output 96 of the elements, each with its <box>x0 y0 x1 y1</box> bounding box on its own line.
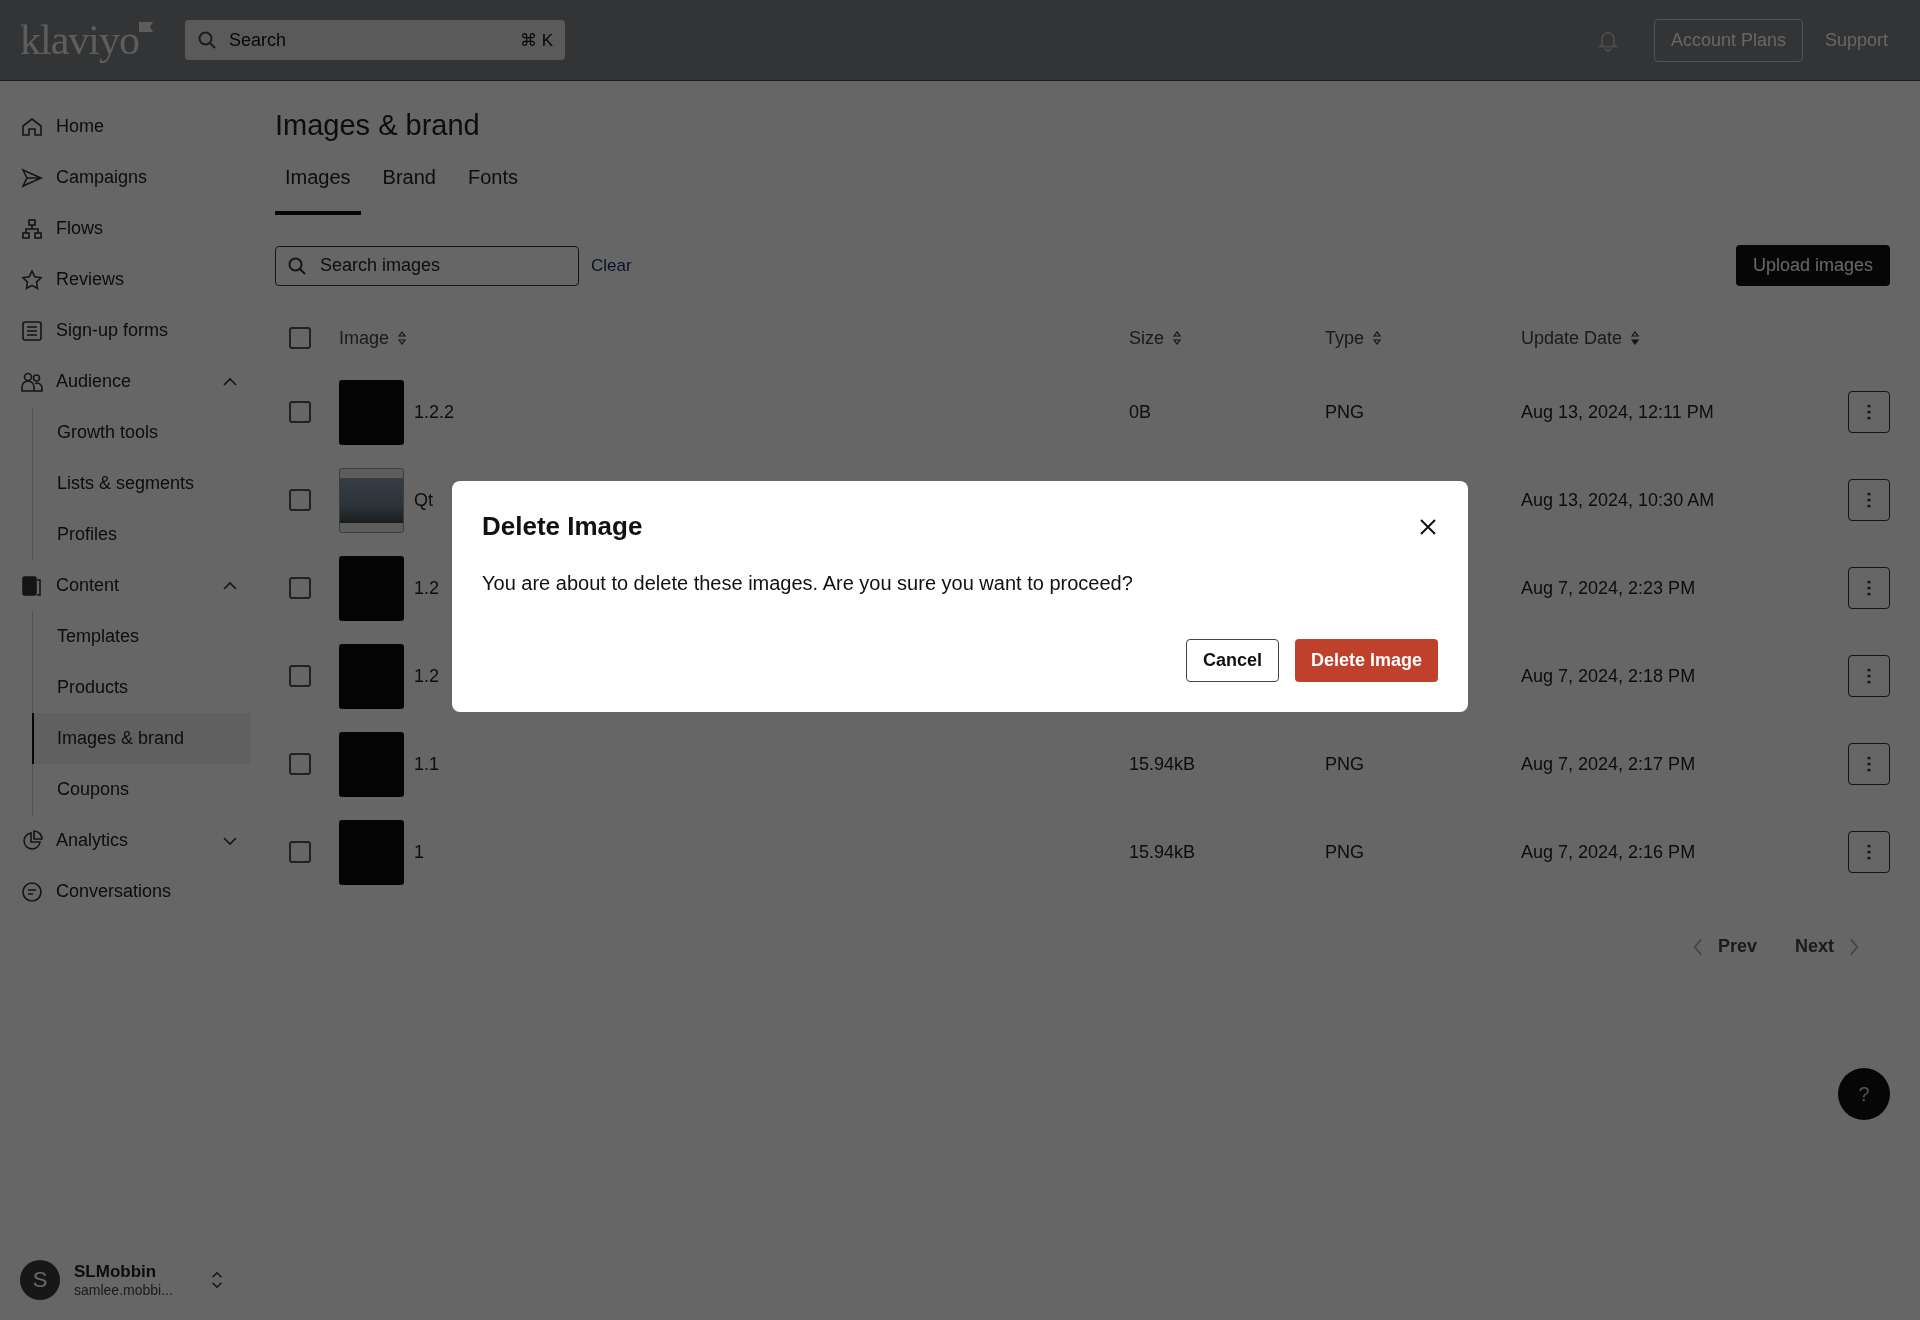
type-cell: PNG <box>1325 841 1364 862</box>
nav-subitem[interactable]: Profiles <box>32 509 250 560</box>
more-icon <box>1867 404 1871 420</box>
help-button[interactable]: ? <box>1838 1068 1890 1120</box>
tab[interactable]: Fonts <box>457 166 528 215</box>
image-name: Qt <box>414 489 433 511</box>
tab[interactable]: Images <box>275 166 361 215</box>
nav-subitem[interactable]: Templates <box>32 611 250 662</box>
account-email: samlee.mobbi... <box>74 1282 174 1298</box>
nav-item[interactable]: Reviews <box>20 254 250 305</box>
column-header[interactable]: Update Date <box>1521 327 1623 349</box>
cancel-button[interactable]: Cancel <box>1185 639 1279 682</box>
send-icon <box>20 165 44 190</box>
nav-subitem[interactable]: Products <box>32 662 250 713</box>
date-cell: Aug 7, 2024, 2:16 PM <box>1521 841 1696 862</box>
select-all-checkbox[interactable] <box>289 327 311 349</box>
date-cell: Aug 13, 2024, 10:30 AM <box>1521 489 1715 510</box>
row-checkbox[interactable] <box>289 665 311 687</box>
row-checkbox[interactable] <box>289 401 311 423</box>
nav-item[interactable]: Home <box>20 101 250 152</box>
row-checkbox[interactable] <box>289 489 311 511</box>
image-thumbnail <box>339 555 404 621</box>
size-cell: 15.94kB <box>1129 841 1196 862</box>
close-icon[interactable] <box>1418 516 1438 537</box>
date-cell: Aug 13, 2024, 12:11 PM <box>1521 401 1714 422</box>
sort-icon[interactable] <box>1172 330 1182 346</box>
size-cell: 0B <box>1129 401 1152 422</box>
image-thumbnail <box>339 379 404 445</box>
column-header[interactable]: Image <box>339 327 390 349</box>
nav-item[interactable]: Flows <box>20 203 250 254</box>
sort-descending-icon[interactable] <box>1630 330 1641 346</box>
image-name: 1.2 <box>414 665 440 687</box>
avatar[interactable]: S <box>20 1260 60 1300</box>
tab[interactable]: Brand <box>372 166 446 215</box>
upload-images-button[interactable]: Upload images <box>1735 245 1890 286</box>
image-name: 1 <box>414 841 424 863</box>
more-icon <box>1867 492 1871 508</box>
nav-item[interactable]: Campaigns <box>20 152 250 203</box>
image-name: 1.2.2 <box>414 401 455 423</box>
chevron-right-icon <box>1848 936 1860 957</box>
dialog-message: You are about to delete these images. Are you sure you want to proceed? <box>482 572 1134 595</box>
more-button[interactable] <box>1848 479 1890 521</box>
nav-subitem[interactable]: Coupons <box>32 764 250 815</box>
column-header[interactable]: Size <box>1129 327 1164 349</box>
sort-icon[interactable] <box>397 330 408 346</box>
more-button[interactable] <box>1848 655 1890 697</box>
more-button[interactable] <box>1848 567 1890 609</box>
shortcut-hint: ⌘ K <box>519 30 553 51</box>
image-name: 1.2 <box>414 577 440 599</box>
nav-item[interactable]: Audience <box>20 356 250 407</box>
search-icon <box>287 255 307 276</box>
row-checkbox[interactable] <box>289 753 311 775</box>
clear-link[interactable]: Clear <box>591 255 632 276</box>
size-cell: 15.94kB <box>1129 753 1196 774</box>
flag-icon <box>139 22 153 32</box>
account-name: SLMobbin <box>74 1262 158 1282</box>
more-icon <box>1867 580 1871 596</box>
date-cell: Aug 7, 2024, 2:18 PM <box>1521 665 1696 686</box>
sort-icon[interactable] <box>1372 330 1383 346</box>
more-button[interactable] <box>1848 391 1890 433</box>
nav-item[interactable]: Conversations <box>20 866 250 917</box>
page-title: Images & brand <box>275 109 481 142</box>
nav-subitem[interactable]: Lists & segments <box>32 458 250 509</box>
nav-item[interactable]: Analytics <box>20 815 250 866</box>
photo-placeholder <box>339 467 404 533</box>
delete-button[interactable]: Delete Image <box>1294 639 1438 682</box>
nav-item[interactable]: Content <box>20 560 250 611</box>
row-checkbox[interactable] <box>289 577 311 599</box>
form-icon <box>20 318 44 343</box>
more-icon <box>1867 756 1871 772</box>
image-thumbnail <box>339 643 404 709</box>
more-icon <box>1867 844 1871 860</box>
star-icon <box>20 267 44 292</box>
more-button[interactable] <box>1848 743 1890 785</box>
nav-subitem[interactable]: Growth tools <box>32 407 250 458</box>
more-button[interactable] <box>1848 831 1890 873</box>
chat-icon <box>20 879 44 904</box>
date-cell: Aug 7, 2024, 2:17 PM <box>1521 753 1696 774</box>
column-header[interactable]: Type <box>1325 327 1365 349</box>
search-icon <box>197 30 217 50</box>
pie-chart-icon <box>20 828 44 853</box>
image-thumbnail <box>339 819 404 885</box>
image-thumbnail <box>339 731 404 797</box>
type-cell: PNG <box>1325 753 1364 774</box>
type-cell: PNG <box>1325 401 1364 422</box>
more-icon <box>1867 668 1871 684</box>
flow-icon <box>20 216 44 241</box>
chevron-left-icon <box>1691 936 1704 957</box>
nav-item[interactable]: Sign-up forms <box>20 305 250 356</box>
image-name: 1.1 <box>414 753 440 775</box>
dialog-title: Delete Image <box>482 511 643 542</box>
nav-subitem[interactable]: Images & brand <box>32 713 250 764</box>
search-field[interactable]: Search images <box>275 245 579 286</box>
row-checkbox[interactable] <box>289 841 311 863</box>
date-cell: Aug 7, 2024, 2:23 PM <box>1521 577 1696 598</box>
content-icon <box>20 573 44 598</box>
